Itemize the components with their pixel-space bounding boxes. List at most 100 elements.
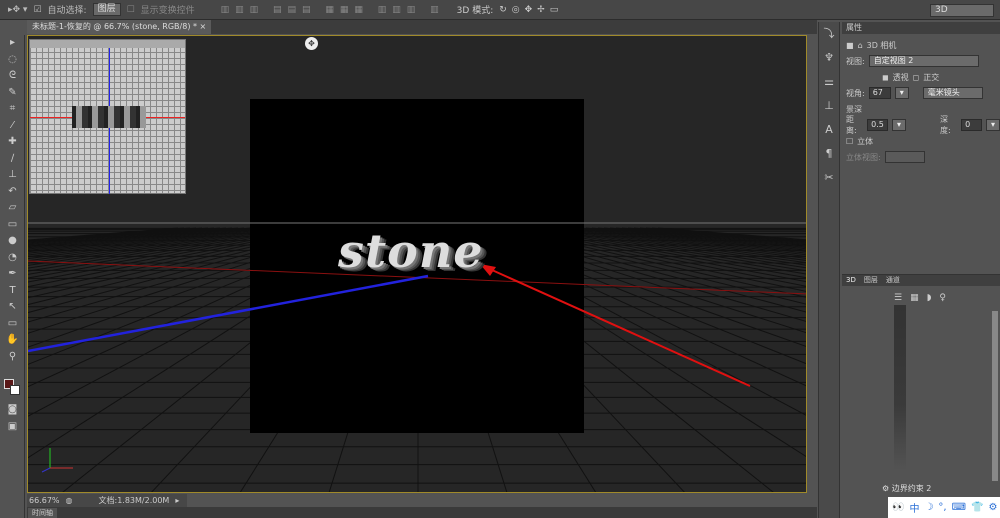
lens-dropdown[interactable]: 毫米镜头: [922, 87, 983, 99]
show-transform-checkbox[interactable]: ☐: [127, 5, 135, 15]
3d-mode-icons[interactable]: ↻◎✥✢▭: [499, 5, 563, 15]
distance-input[interactable]: 0.5: [867, 119, 888, 131]
auto-select-label: 自动选择:: [47, 6, 87, 16]
pen-tool-icon[interactable]: ✒: [0, 266, 25, 283]
history-brush-icon[interactable]: ↶: [0, 184, 25, 201]
document-tab[interactable]: 未标题-1-恢复的 @ 66.7% (stone, RGB/8) * ×: [27, 20, 212, 34]
moon-icon[interactable]: ☽: [924, 502, 933, 513]
fov-stepper[interactable]: ▾: [894, 87, 909, 99]
history-icon[interactable]: ⤵: [819, 22, 839, 46]
move-tool-icon[interactable]: ▸✥ ▾: [8, 5, 27, 15]
zoom-tool-icon[interactable]: ⚲: [0, 349, 25, 366]
3d-scene-tree: [894, 305, 906, 470]
marquee-tool-icon[interactable]: ◌: [0, 52, 25, 69]
ime-language[interactable]: 中: [909, 500, 919, 515]
3d-mode-label: 3D 模式:: [456, 6, 494, 16]
view-label: 视图:: [846, 56, 865, 66]
clone-source-icon[interactable]: ⊥: [819, 94, 839, 118]
canvas[interactable]: stone ✥: [27, 35, 807, 493]
scrollbar[interactable]: [992, 311, 998, 481]
paragraph-icon[interactable]: ¶: [819, 142, 839, 166]
scene-filter-icon[interactable]: ☰: [894, 293, 902, 303]
camera-label: 3D 相机: [866, 40, 897, 50]
perspective-icon[interactable]: ◼: [882, 73, 889, 82]
axis-widget: [41, 448, 73, 473]
toolbox: ▸ ◌ ᘓ ✎ ⌗ ⁄ ✚ ∕ ⊥ ↶ ▱ ▭ ● ◔ ✒ T ↖ ▭ ✋ ⚲ …: [0, 35, 25, 518]
reset-view-icon[interactable]: ✥: [305, 37, 318, 50]
eyedropper-icon[interactable]: ⁄: [0, 118, 25, 135]
eraser-icon[interactable]: ▱: [0, 200, 25, 217]
keyboard-icon[interactable]: ⌨: [952, 502, 966, 513]
character-icon[interactable]: A: [819, 118, 839, 142]
distance-label: 距离:: [846, 115, 857, 135]
timeline-tab[interactable]: 时间轴: [28, 508, 57, 518]
screen-mode-icon[interactable]: ▣: [0, 419, 25, 436]
canvas-3d-text[interactable]: stone: [338, 224, 484, 278]
mesh-filter-icon[interactable]: ▦: [910, 293, 919, 303]
ime-mascot-icon[interactable]: 👀: [892, 502, 904, 513]
settings-icon[interactable]: ⚙: [989, 502, 998, 513]
adjustments-icon[interactable]: ⚌: [819, 70, 839, 94]
light-filter-icon[interactable]: ♀: [939, 293, 946, 303]
navigator-header[interactable]: [30, 40, 185, 48]
3d-filter-icons: ☰ ▦ ◗ ♀: [894, 293, 946, 303]
timeline-bar: [27, 507, 817, 518]
dodge-icon[interactable]: ◔: [0, 250, 25, 267]
workspace-dropdown[interactable]: 3D: [930, 4, 994, 17]
fov-label: 视角:: [846, 88, 865, 98]
align-icons[interactable]: ▥▥▥ ▤▤▤ ▦▦▦ ▥▥▥ ▥: [221, 5, 445, 15]
path-select-icon[interactable]: ↖: [0, 299, 25, 316]
status-bar: 66.67% ◍ 文档:1.83M/2.00M ▸: [27, 494, 187, 507]
tab-3d[interactable]: 3D: [846, 275, 856, 286]
stereo-checkbox[interactable]: ☐: [846, 137, 853, 146]
panel-icon-strip: ⤵ ♆ ⚌ ⊥ A ¶ ✂: [818, 22, 840, 518]
zoom-level[interactable]: 66.67%: [29, 494, 60, 507]
skin-icon[interactable]: 👕: [971, 502, 983, 513]
options-bar: ▸✥ ▾ ☑ 自动选择: 图层 ☐ 显示变换控件 ▥▥▥ ▤▤▤ ▦▦▦ ▥▥▥…: [0, 0, 1000, 20]
close-tab-icon[interactable]: ×: [200, 22, 207, 31]
show-transform-label: 显示变换控件: [140, 6, 195, 16]
tab-layers[interactable]: 图层: [864, 275, 878, 286]
fov-input[interactable]: 67: [868, 87, 891, 99]
material-filter-icon[interactable]: ◗: [927, 293, 932, 303]
depth-label: 深度:: [940, 115, 951, 135]
move-tool-icon[interactable]: ▸: [0, 35, 25, 52]
document-tab-title: 未标题-1-恢复的 @ 66.7% (stone, RGB/8) *: [32, 22, 197, 31]
healing-brush-icon[interactable]: ✚: [0, 134, 25, 151]
stereo-label: 立体: [857, 136, 874, 146]
blur-icon[interactable]: ●: [0, 233, 25, 250]
status-icon[interactable]: ◍: [66, 494, 73, 507]
auto-select-dropdown[interactable]: 图层: [92, 3, 121, 16]
overview-navigator[interactable]: [29, 39, 186, 194]
camera-icon[interactable]: ■: [846, 41, 854, 50]
crop-tool-icon[interactable]: ⌗: [0, 101, 25, 118]
quick-select-icon[interactable]: ✎: [0, 85, 25, 102]
hand-tool-icon[interactable]: ✋: [0, 332, 25, 349]
clone-stamp-icon[interactable]: ⊥: [0, 167, 25, 184]
lasso-tool-icon[interactable]: ᘓ: [0, 68, 25, 85]
shape-tool-icon[interactable]: ▭: [0, 316, 25, 333]
ortho-icon[interactable]: ◻: [913, 73, 920, 82]
punct-icon[interactable]: °,: [938, 502, 946, 513]
brush-tool-icon[interactable]: ∕: [0, 151, 25, 168]
distance-stepper[interactable]: ▾: [891, 119, 906, 131]
tab-channels[interactable]: 通道: [886, 275, 900, 286]
depth-stepper[interactable]: ▾: [985, 119, 1000, 131]
status-menu-arrow[interactable]: ▸: [175, 494, 179, 507]
scene-icon[interactable]: ⌂: [858, 41, 863, 50]
view-dropdown[interactable]: 自定视图 2: [868, 55, 979, 67]
doc-size: 文档:1.83M/2.00M: [98, 496, 170, 505]
actions-icon[interactable]: ♆: [819, 46, 839, 70]
stereo-view-label: 立体视图:: [846, 152, 881, 162]
auto-select-checkbox[interactable]: ☑: [33, 5, 41, 15]
gradient-icon[interactable]: ▭: [0, 217, 25, 234]
quick-mask-icon[interactable]: ◙: [0, 402, 25, 419]
list-item[interactable]: ⚙ 边界约束 2: [882, 483, 931, 495]
ortho-button[interactable]: 正交: [923, 72, 939, 83]
stereo-view-dropdown[interactable]: [884, 151, 925, 163]
tool-presets-icon[interactable]: ✂: [819, 166, 839, 190]
perspective-button[interactable]: 透视: [893, 72, 909, 83]
background-color-swatch[interactable]: [10, 385, 20, 395]
type-tool-icon[interactable]: T: [0, 283, 25, 300]
depth-input[interactable]: 0: [961, 119, 982, 131]
